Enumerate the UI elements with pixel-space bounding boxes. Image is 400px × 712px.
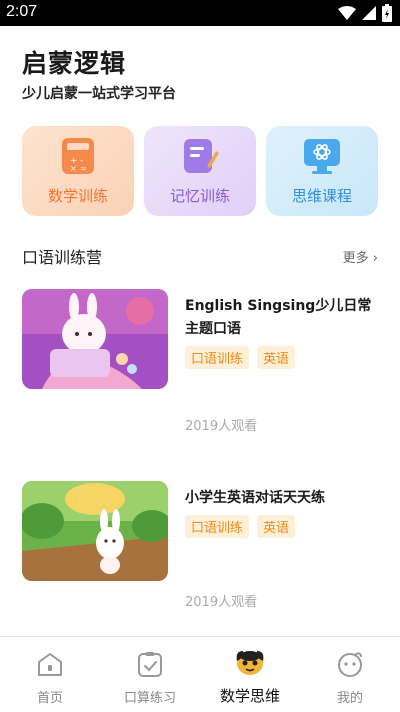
course-tag: 口语训练 [185, 515, 250, 538]
svg-text:×: × [70, 164, 77, 173]
mascot-icon [236, 651, 264, 675]
course-card[interactable]: English Singsing少儿日常主题口语 口语训练 英语 2019人观看 [22, 289, 378, 439]
course-tag: 英语 [257, 346, 296, 369]
category-math-training[interactable]: + - × = 数学训练 [22, 126, 134, 216]
course-thumbnail [22, 289, 168, 389]
course-title: 小学生英语对话天天练 [185, 490, 325, 506]
status-bar: 2:07 [0, 0, 400, 26]
status-icons [338, 4, 392, 22]
more-link-label: 更多 [342, 251, 369, 266]
course-tags: 口语训练 英语 [185, 346, 296, 369]
calculator-icon: + - × = [62, 138, 94, 174]
battery-icon [382, 4, 392, 22]
nav-label: 首页 [36, 691, 63, 706]
category-thinking-course[interactable]: 思维课程 [266, 126, 378, 216]
nav-item-mine[interactable]: 我的 [300, 637, 400, 712]
category-label: 数学训练 [47, 187, 108, 205]
nav-item-home[interactable]: 首页 [0, 637, 100, 712]
home-icon [38, 653, 62, 676]
chevron-right-icon: › [368, 251, 378, 266]
course-card[interactable]: 小学生英语对话天天练 口语训练 英语 2019人观看 [22, 481, 378, 631]
course-views: 2019人观看 [185, 419, 258, 434]
status-time: 2:07 [6, 3, 38, 20]
page-title: 启蒙逻辑 [22, 49, 127, 78]
nav-label: 我的 [336, 691, 363, 706]
category-memory-training[interactable]: 记忆训练 [144, 126, 256, 216]
category-label: 记忆训练 [169, 187, 230, 205]
svg-text:=: = [80, 164, 87, 173]
main-content: 启蒙逻辑 少儿启蒙一站式学习平台 + - × = 数学训练 记忆训练 思维课程 … [0, 26, 400, 636]
notepad-pencil-icon [184, 139, 219, 173]
more-link[interactable]: 更多 › [343, 247, 378, 266]
page-subtitle: 少儿启蒙一站式学习平台 [22, 86, 176, 102]
course-tag: 英语 [257, 515, 296, 538]
face-icon [338, 652, 362, 677]
nav-item-mental-math[interactable]: 口算练习 [100, 637, 200, 712]
section-title: 口语训练营 [22, 248, 103, 267]
course-tags: 口语训练 英语 [185, 515, 296, 538]
course-title: English Singsing少儿日常主题口语 [185, 298, 372, 337]
signal-icon [362, 6, 376, 20]
category-label: 思维课程 [291, 187, 352, 205]
checklist-icon [138, 652, 162, 677]
nav-item-math-thinking[interactable]: 数学思维 [200, 637, 300, 712]
course-thumbnail [22, 481, 168, 581]
nav-label: 口算练习 [123, 691, 176, 706]
course-tag: 口语训练 [185, 346, 250, 369]
monitor-atom-icon [304, 139, 340, 174]
course-views: 2019人观看 [185, 595, 258, 610]
wifi-icon [338, 6, 356, 20]
bottom-nav: 首页 口算练习 数学思维 我的 [0, 636, 400, 712]
nav-label: 数学思维 [219, 687, 280, 705]
